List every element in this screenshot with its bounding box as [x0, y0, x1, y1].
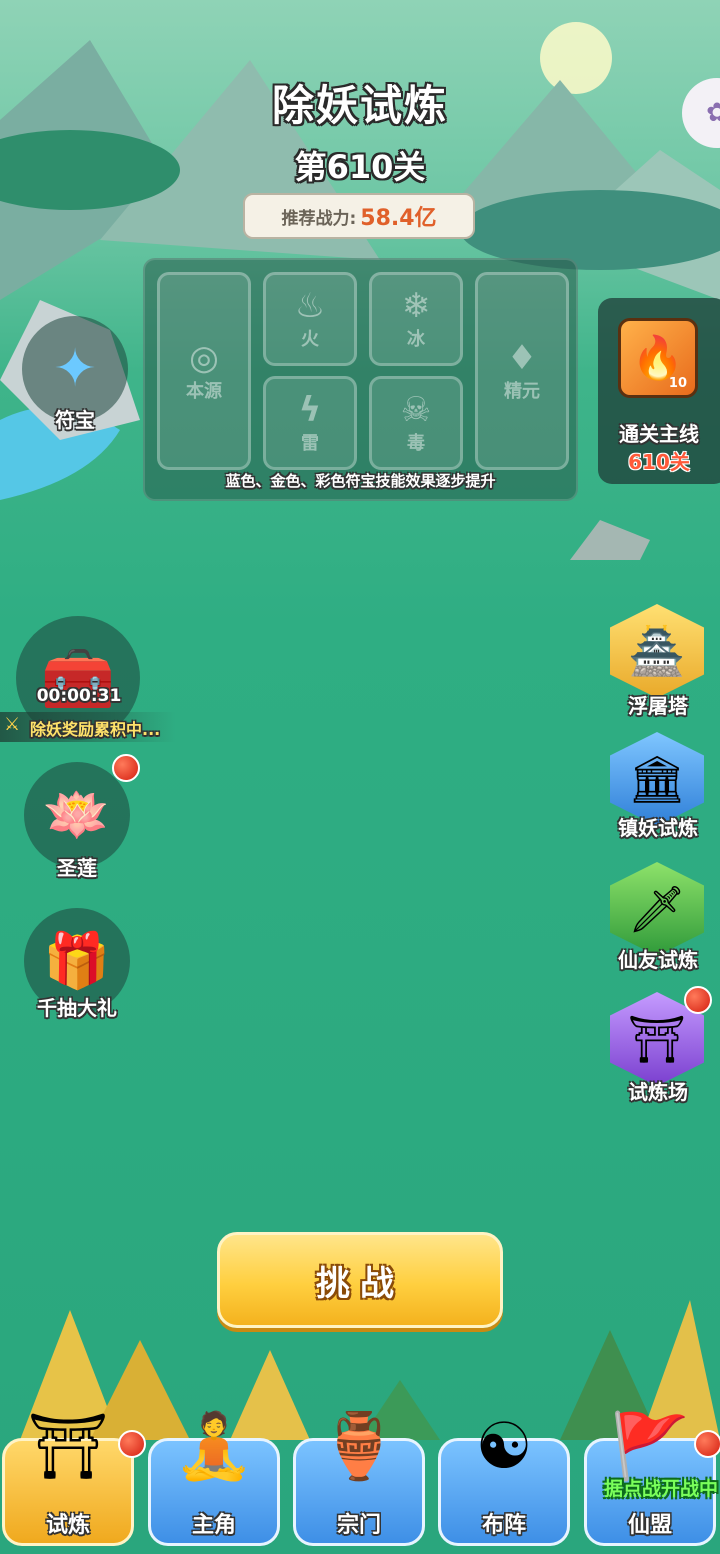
skill-slot-essence[interactable]: ♦ 精元 [475, 272, 569, 470]
reward-status-bar: ⚔ 除妖奖励累积中... [0, 712, 176, 742]
mainline-badge: 10 [668, 376, 687, 391]
skill-slot-thunder[interactable]: ϟ 雷 [263, 376, 357, 470]
gift-label: 千抽大礼 [37, 996, 117, 1020]
skills-note: 蓝色、金色、彩色符宝技能效果逐步提升 [225, 472, 496, 490]
mainline-level: 610关 [628, 450, 690, 474]
nav-label: 布阵 [481, 1513, 526, 1538]
talisman-icon: ✦ [53, 339, 97, 399]
skill-label: 毒 [407, 433, 425, 454]
alliance-status: 据点战开战中 [603, 1478, 718, 1500]
swords-icon: ⚔ [4, 714, 21, 735]
nav-item-trial[interactable]: ⛩ 试炼 [2, 1410, 134, 1546]
skill-label: 本源 [186, 381, 222, 402]
nav-item-sect[interactable]: 🏺 宗门 [293, 1410, 425, 1546]
notification-dot [694, 1430, 720, 1458]
skill-label: 火 [301, 329, 319, 350]
holy-lotus-label: 圣莲 [57, 856, 97, 880]
nav-label: 试炼 [45, 1513, 90, 1538]
notification-dot [112, 754, 140, 782]
arena-gate-icon: ⛩ [627, 1011, 687, 1066]
flame-orb-icon: 🔥 10 [618, 318, 698, 398]
reward-status-text: 除妖奖励累积中... [30, 720, 161, 739]
talisman-skills-panel: ◎ 本源 ♨ 火 ❄ 冰 ♦ 精元 ϟ 雷 ☠ 毒 蓝色、金色、彩色符宝技能效果… [143, 258, 578, 501]
chest-timer: 00:00:31 [36, 686, 122, 706]
lotus-icon: 🪷 [43, 783, 111, 846]
stage-level: 第610关 [294, 148, 426, 186]
page-title: 除妖试炼 [271, 81, 448, 130]
hero-icon: 🧘 [174, 1410, 254, 1484]
skill-label: 精元 [504, 381, 540, 402]
pagoda-tower-label: 浮屠塔 [628, 694, 688, 718]
pagoda-icon: 🏯 [628, 623, 686, 678]
pagoda-tower-button[interactable]: 🏯 [610, 604, 704, 698]
mainline-button[interactable]: 🔥 10 通关主线 610关 [598, 298, 720, 484]
nav-label: 仙盟 [627, 1513, 672, 1538]
cauldron-icon: 🏺 [319, 1410, 399, 1484]
talisman-label: 符宝 [55, 408, 95, 432]
poison-skull-icon: ☠ [400, 390, 432, 430]
lightning-icon: ϟ [298, 390, 322, 430]
power-value: 58.4亿 [360, 206, 437, 231]
skill-label: 冰 [407, 329, 425, 350]
nav-item-hero[interactable]: 🧘 主角 [148, 1410, 280, 1546]
shrine-icon: ⛩ [27, 1410, 109, 1484]
bottom-nav: ⛩ 试炼 🧘 主角 🏺 宗门 ☯ 布阵 🚩 仙盟 据点战开战中 [0, 1400, 720, 1554]
power-label: 推荐战力: [281, 208, 357, 229]
trial-screen: ✿ 除妖试炼 第610关 推荐战力: 58.4亿 ◎ 本源 ♨ 火 ❄ 冰 ♦ … [0, 0, 720, 1554]
yin-yang-icon: ☯ [475, 1410, 533, 1484]
notification-dot [684, 986, 712, 1014]
notification-dot [118, 1430, 146, 1458]
nav-label: 宗门 [336, 1513, 381, 1538]
blue-pagoda-icon: 🏛 [627, 751, 687, 806]
skill-slot-poison[interactable]: ☠ 毒 [369, 376, 463, 470]
mainline-label: 通关主线 [619, 422, 699, 446]
skill-slot-ice[interactable]: ❄ 冰 [369, 272, 463, 366]
nav-label: 主角 [191, 1513, 236, 1538]
arena-label: 试炼场 [628, 1080, 688, 1104]
skill-slot-origin[interactable]: ◎ 本源 [157, 272, 251, 470]
challenge-button[interactable]: 挑战 [217, 1232, 503, 1328]
essence-flame-icon: ♦ [506, 338, 538, 378]
recommended-power: 推荐战力: 58.4亿 [243, 193, 475, 239]
swirl-icon: ◎ [189, 338, 219, 378]
gift-box-icon: 🎁 [43, 929, 111, 992]
friend-trial-label: 仙友试炼 [618, 948, 698, 972]
friend-trial-button[interactable]: 🗡 [610, 862, 704, 956]
snowflake-icon: ❄ [401, 286, 431, 326]
sword-icon: 🗡 [627, 881, 687, 936]
skill-label: 雷 [301, 433, 319, 454]
skill-slot-fire[interactable]: ♨ 火 [263, 272, 357, 366]
fire-icon: ♨ [294, 286, 326, 326]
demon-trial-label: 镇妖试炼 [618, 816, 698, 840]
nav-item-formation[interactable]: ☯ 布阵 [438, 1410, 570, 1546]
